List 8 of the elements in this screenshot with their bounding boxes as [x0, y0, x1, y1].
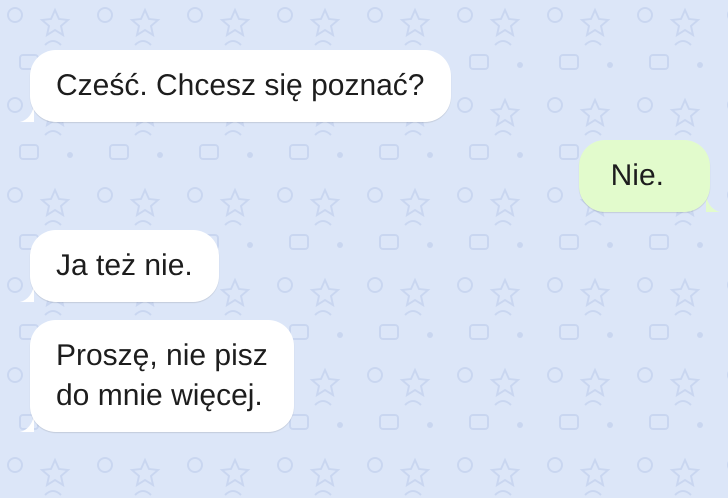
- bubble-tail-icon: [706, 196, 720, 212]
- message-bubble: Nie.: [578, 140, 710, 212]
- bubble-tail-icon: [20, 286, 34, 302]
- message-bubble: Cześć. Chcesz się poznać?: [30, 50, 450, 122]
- message-bubble: Proszę, nie pisz do mnie więcej.: [30, 320, 294, 432]
- bubble-tail-icon: [20, 416, 34, 432]
- bubble-tail-icon: [20, 106, 34, 122]
- message-bubble: Ja też nie.: [30, 230, 219, 302]
